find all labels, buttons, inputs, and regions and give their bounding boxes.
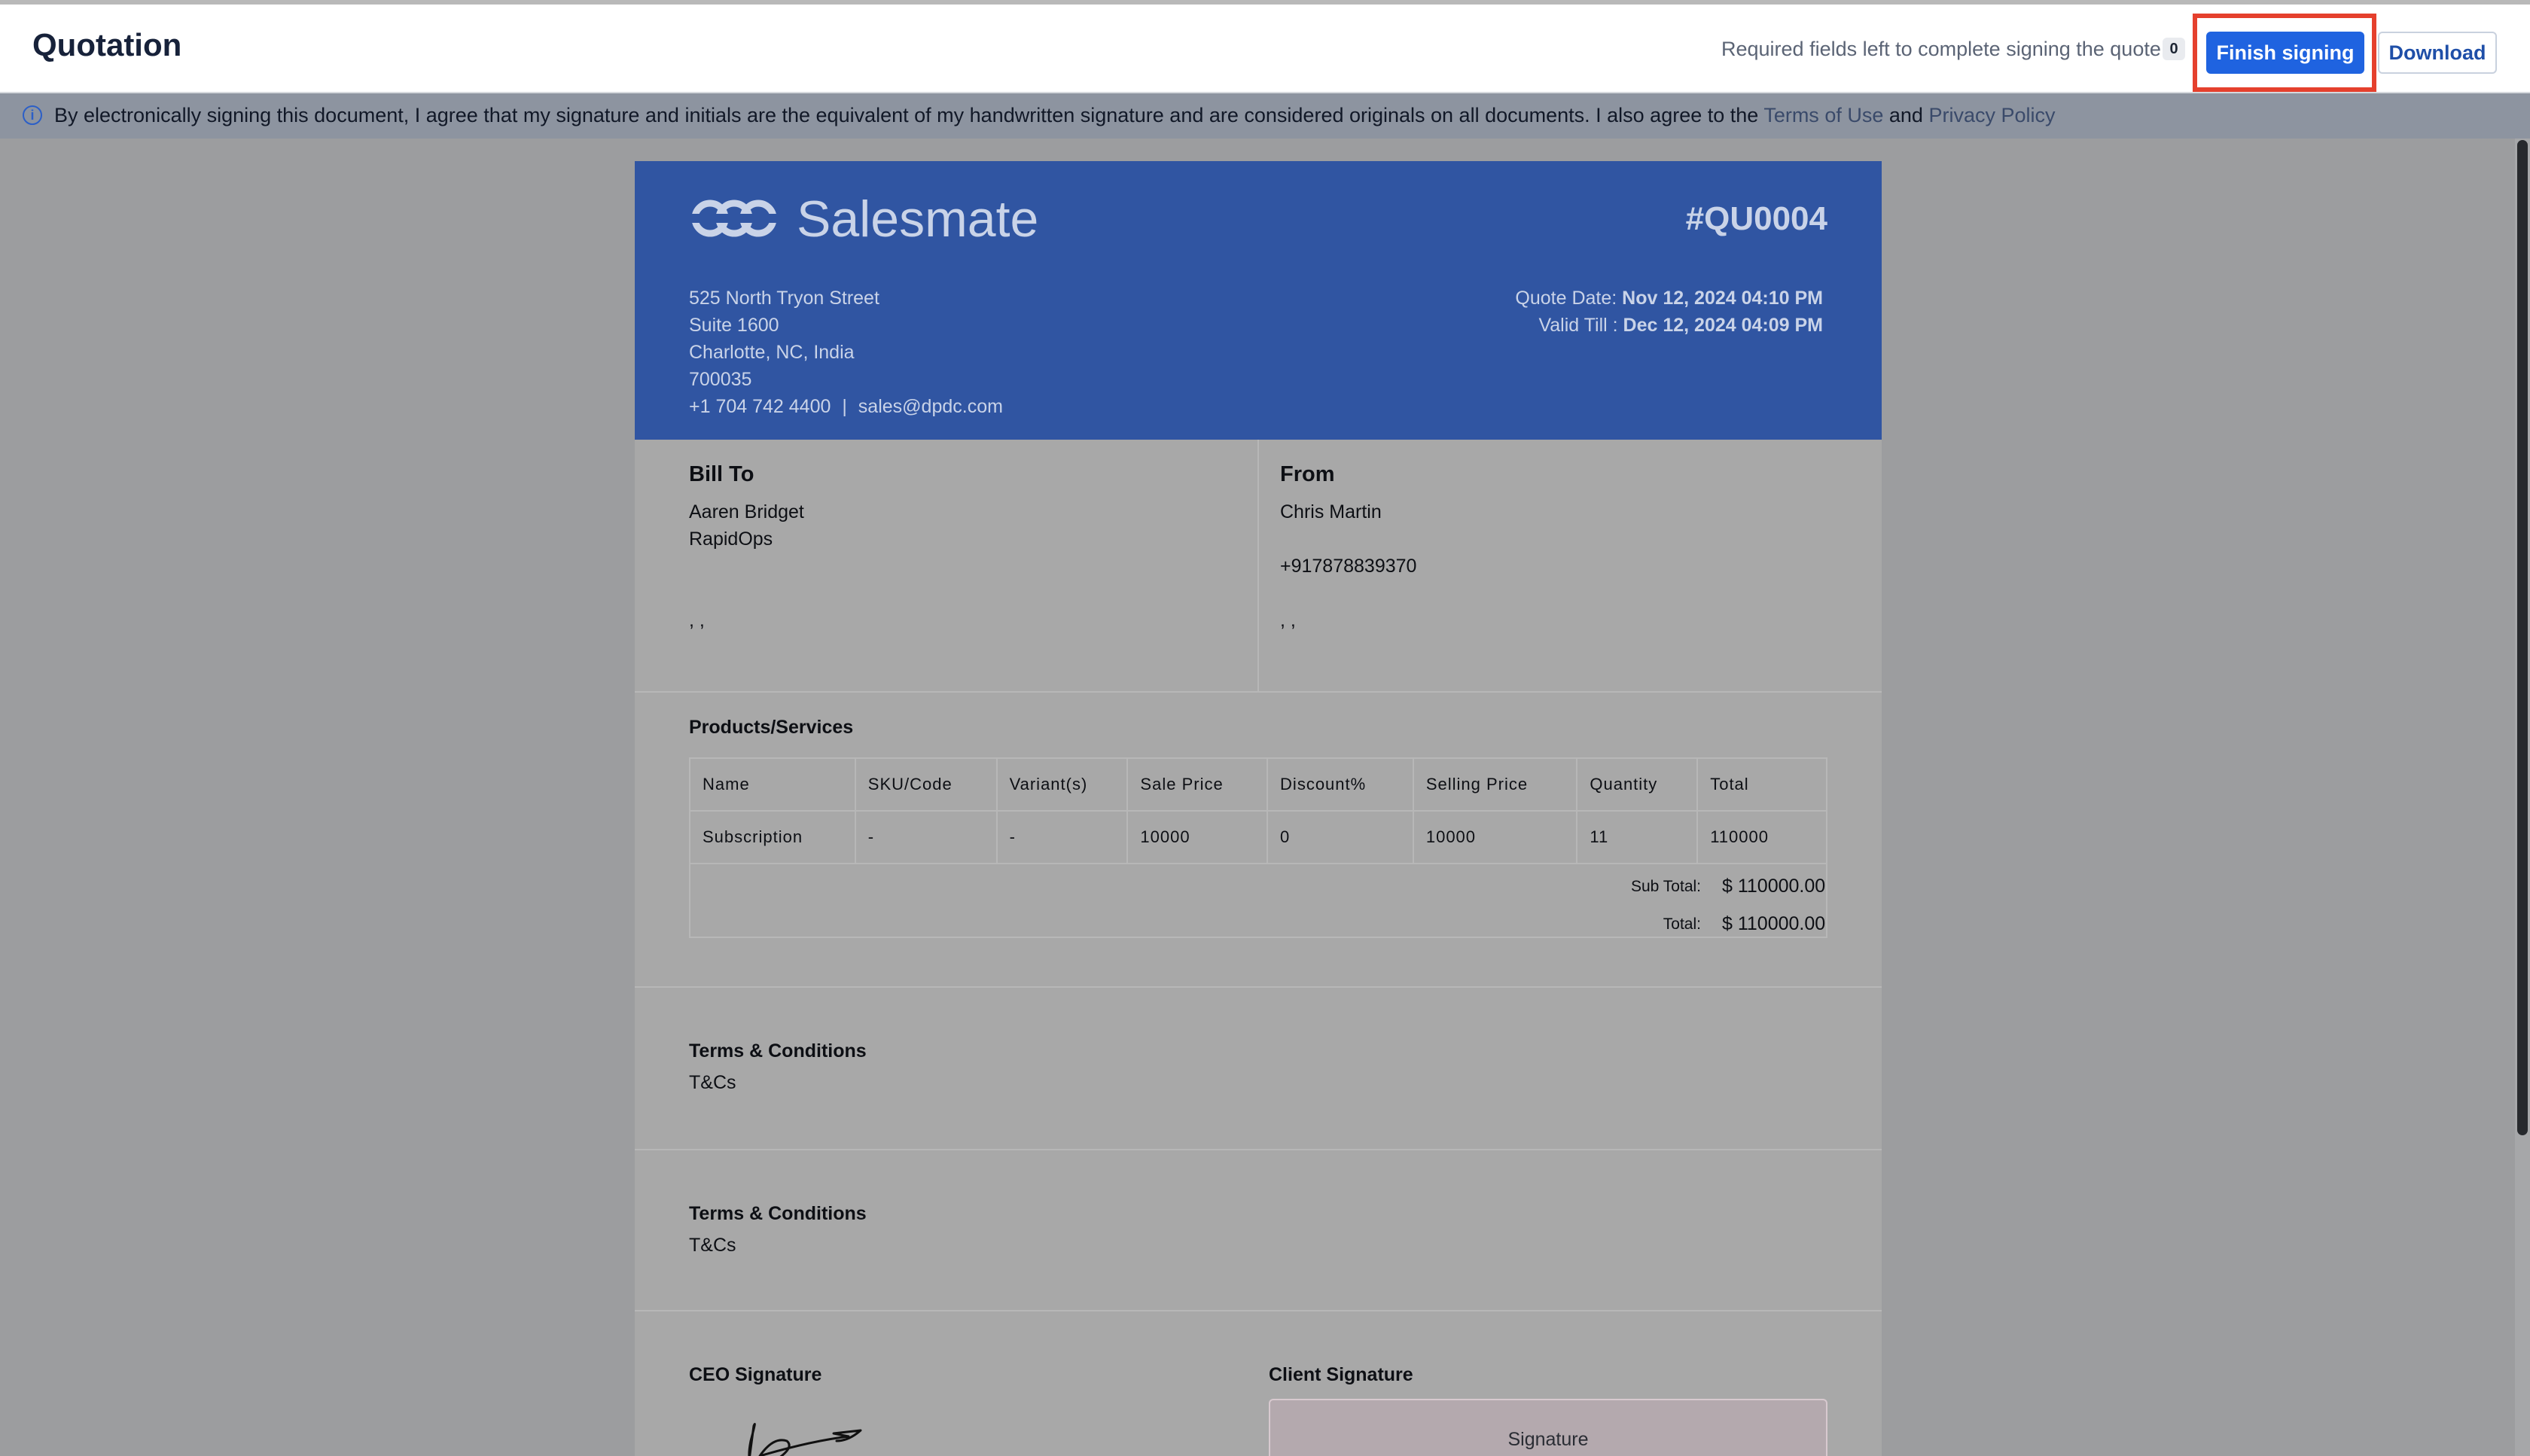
company-contact: +1 704 742 4400 | sales@dpdc.com bbox=[689, 393, 1003, 420]
column-header: SKU/Code bbox=[854, 757, 998, 812]
company-email: sales@dpdc.com bbox=[858, 396, 1003, 417]
column-header: Variant(s) bbox=[995, 757, 1129, 812]
consent-and: and bbox=[1888, 104, 1923, 126]
finish-signing-button[interactable]: Finish signing bbox=[2206, 32, 2364, 74]
quote-date-value: Nov 12, 2024 04:10 PM bbox=[1622, 288, 1823, 309]
address-line-3: Charlotte, NC, India bbox=[689, 342, 855, 363]
bill-from-divider bbox=[1257, 440, 1259, 691]
from-heading: From bbox=[1280, 462, 1335, 486]
quote-number: #QU0004 bbox=[1685, 200, 1827, 237]
column-header: Quantity bbox=[1576, 757, 1699, 812]
scrollbar-thumb[interactable] bbox=[2517, 140, 2528, 1135]
terms-body: T&Cs bbox=[689, 1072, 736, 1093]
ceo-signature-image bbox=[698, 1411, 909, 1456]
required-fields-count: 0 bbox=[2163, 38, 2185, 60]
download-button[interactable]: Download bbox=[2378, 32, 2497, 74]
quantity-cell: 11 bbox=[1576, 810, 1699, 864]
from-address: , , bbox=[1280, 610, 1296, 631]
client-signature-field[interactable]: Signature bbox=[1269, 1399, 1827, 1456]
app-header: Quotation Required fields left to comple… bbox=[0, 5, 2530, 93]
company-name: Salesmate bbox=[797, 190, 1039, 248]
section-divider bbox=[635, 1149, 1882, 1150]
section-divider bbox=[635, 1310, 1882, 1311]
privacy-policy-link[interactable]: Privacy Policy bbox=[1928, 104, 2055, 126]
discount-cell: 0 bbox=[1267, 810, 1414, 864]
subtotal-label: Sub Total: bbox=[1630, 878, 1701, 895]
terms-of-use-link[interactable]: Terms of Use bbox=[1763, 104, 1883, 126]
signature-placeholder: Signature bbox=[1507, 1429, 1589, 1450]
ceo-signature-label: CEO Signature bbox=[689, 1364, 822, 1385]
bill-to-address: , , bbox=[689, 610, 705, 631]
client-signature-label: Client Signature bbox=[1269, 1364, 1413, 1385]
terms-heading: Terms & Conditions bbox=[689, 1203, 867, 1224]
company-phone: +1 704 742 4400 bbox=[689, 396, 831, 417]
selling-price-cell: 10000 bbox=[1412, 810, 1578, 864]
address-line-4: 700035 bbox=[689, 369, 752, 390]
total-label: Total: bbox=[1663, 915, 1701, 933]
address-line-2: Suite 1600 bbox=[689, 315, 779, 336]
column-header: Total bbox=[1696, 757, 1827, 812]
valid-till-label: Valid Till : bbox=[1538, 315, 1618, 336]
quotation-document: Salesmate #QU0004 525 North Tryon Street… bbox=[635, 161, 1882, 1456]
contact-separator: | bbox=[842, 396, 847, 417]
sku-cell: - bbox=[854, 810, 998, 864]
terms-body: T&Cs bbox=[689, 1235, 736, 1256]
total-cell: 110000 bbox=[1696, 810, 1827, 864]
page-title: Quotation bbox=[32, 27, 182, 62]
products-table: Name SKU/Code Variant(s) Sale Price Disc… bbox=[689, 757, 1827, 864]
valid-till-value: Dec 12, 2024 04:09 PM bbox=[1623, 315, 1823, 336]
consent-text: By electronically signing this document,… bbox=[54, 104, 1759, 126]
terms-heading: Terms & Conditions bbox=[689, 1040, 867, 1062]
document-header: Salesmate #QU0004 525 North Tryon Street… bbox=[635, 161, 1882, 440]
total-value: $ 110000.00 bbox=[1722, 913, 1826, 934]
sale-price-cell: 10000 bbox=[1126, 810, 1269, 864]
quote-dates: Quote Date: Nov 12, 2024 04:10 PM Valid … bbox=[1515, 285, 1823, 339]
totals-block: Sub Total: $ 110000.00 Total: $ 110000.0… bbox=[689, 863, 1827, 938]
e-sign-consent-banner: i By electronically signing this documen… bbox=[0, 93, 2530, 139]
bill-to-name: Aaren Bridget bbox=[689, 501, 804, 522]
subtotal-value: $ 110000.00 bbox=[1722, 876, 1826, 897]
salesmate-logo-icon bbox=[687, 194, 781, 246]
from-name: Chris Martin bbox=[1280, 501, 1382, 522]
table-header-row: Name SKU/Code Variant(s) Sale Price Disc… bbox=[689, 757, 1827, 812]
variant-cell: - bbox=[995, 810, 1129, 864]
bill-to-company: RapidOps bbox=[689, 528, 773, 550]
section-divider bbox=[635, 986, 1882, 988]
address-line-1: 525 North Tryon Street bbox=[689, 288, 879, 309]
products-heading: Products/Services bbox=[689, 717, 854, 738]
product-name-cell: Subscription bbox=[689, 810, 856, 864]
required-fields-text: Required fields left to complete signing… bbox=[1721, 38, 2167, 60]
quote-date-label: Quote Date: bbox=[1515, 288, 1617, 309]
column-header: Selling Price bbox=[1412, 757, 1578, 812]
column-header: Sale Price bbox=[1126, 757, 1269, 812]
column-header: Discount% bbox=[1267, 757, 1414, 812]
bill-to-heading: Bill To bbox=[689, 462, 754, 486]
section-divider bbox=[635, 691, 1882, 693]
from-phone: +917878839370 bbox=[1280, 556, 1417, 577]
table-row: Subscription - - 10000 0 10000 11 110000 bbox=[689, 810, 1827, 864]
company-address: 525 North Tryon Street Suite 1600 Charlo… bbox=[689, 285, 1003, 420]
info-icon: i bbox=[23, 105, 42, 125]
column-header: Name bbox=[689, 757, 856, 812]
